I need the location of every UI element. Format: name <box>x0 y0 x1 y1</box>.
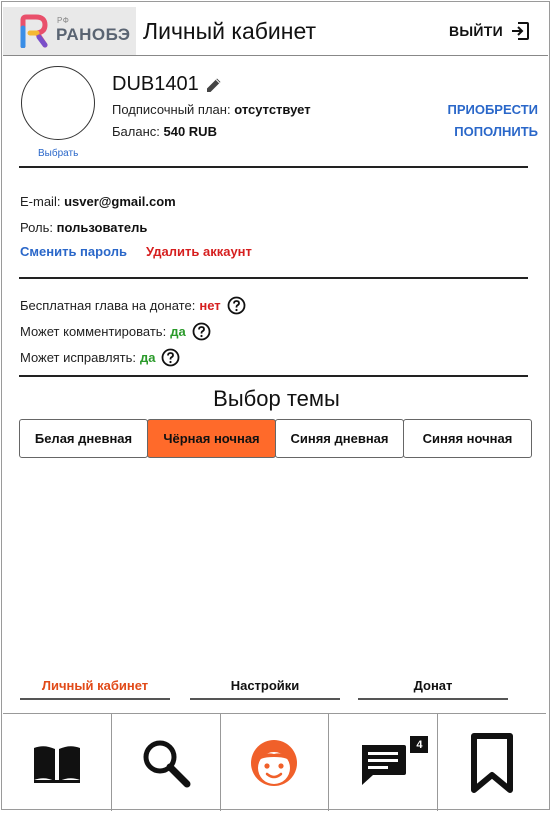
help-icon[interactable] <box>161 348 180 367</box>
tab-underline <box>20 698 170 700</box>
permission-edit: Может исправлять: да <box>20 348 180 367</box>
header-divider <box>3 55 548 56</box>
tab-settings[interactable]: Настройки <box>190 678 340 700</box>
help-icon[interactable] <box>227 296 246 315</box>
theme-title: Выбор темы <box>213 386 340 411</box>
unread-badge: 4 <box>410 736 429 753</box>
logout-button[interactable]: ВЫЙТИ <box>449 21 530 41</box>
tab-underline <box>358 698 508 700</box>
divider <box>19 166 528 168</box>
role-value: пользователь <box>56 220 148 235</box>
permission-value: да <box>170 324 186 339</box>
tab-label: Донат <box>413 678 453 693</box>
tab-donate[interactable]: Донат <box>358 678 508 700</box>
email-label: E-mail: <box>20 194 65 209</box>
nav-library[interactable] <box>3 714 112 811</box>
permission-label: Может исправлять: <box>20 350 136 365</box>
change-password-link[interactable]: Сменить пароль <box>20 244 127 259</box>
divider <box>19 375 528 377</box>
theme-selector: Белая дневная Чёрная ночная Синяя дневна… <box>19 419 532 458</box>
nav-profile[interactable] <box>221 714 330 811</box>
divider <box>19 277 528 279</box>
avatar[interactable] <box>21 66 95 140</box>
nav-messages[interactable]: 4 <box>329 714 439 811</box>
plan-label: Подписочный план: <box>112 102 235 117</box>
logout-label: ВЫЙТИ <box>449 23 503 39</box>
nav-bookmarks[interactable] <box>438 714 546 811</box>
role-row: Роль: пользователь <box>20 220 147 235</box>
profile-face-icon <box>251 739 298 786</box>
book-icon <box>33 745 80 783</box>
help-icon[interactable] <box>192 322 211 341</box>
buy-subscription-link[interactable]: ПРИОБРЕСТИ <box>447 102 538 117</box>
topup-balance-link[interactable]: ПОПОЛНИТЬ <box>454 124 538 139</box>
balance: Баланс: 540 RUB <box>112 124 217 139</box>
delete-account-link[interactable]: Удалить аккаунт <box>146 244 252 259</box>
username: DUB1401 <box>112 73 199 95</box>
bottom-nav: 4 <box>3 713 546 811</box>
theme-option-blue-night[interactable]: Синяя ночная <box>403 419 532 458</box>
tab-personal-account[interactable]: Личный кабинет <box>20 678 170 700</box>
logout-icon <box>512 22 529 40</box>
theme-option-black-night[interactable]: Чёрная ночная <box>147 419 276 458</box>
theme-option-white-day[interactable]: Белая дневная <box>19 419 148 458</box>
header: РФ РАНОБЭ Личный кабинет ВЫЙТИ <box>3 7 546 55</box>
permission-value: нет <box>199 298 221 313</box>
permission-comment: Может комментировать: да <box>20 322 211 341</box>
permission-free-chapter: Бесплатная глава на донате: нет <box>20 296 246 315</box>
logo-rf: РФ <box>57 16 70 25</box>
bookmark-icon <box>471 732 514 793</box>
tab-label: Личный кабинет <box>41 678 149 693</box>
page-title: Личный кабинет <box>143 18 317 44</box>
email-value: usver@gmail.com <box>64 194 176 209</box>
permission-value: да <box>139 350 156 365</box>
permission-label: Бесплатная глава на донате: <box>20 298 196 313</box>
edit-pencil-icon[interactable] <box>205 76 223 94</box>
avatar-choose-link[interactable]: Выбрать <box>38 148 78 159</box>
chat-icon <box>362 744 407 785</box>
ranobe-logo-icon <box>20 14 48 48</box>
nav-search[interactable] <box>112 714 221 811</box>
role-label: Роль: <box>20 220 57 235</box>
plan-value: отсутствует <box>234 102 311 117</box>
balance-value: 540 RUB <box>163 124 217 139</box>
subscription-plan: Подписочный план: отсутствует <box>112 102 311 117</box>
logo[interactable]: РФ РАНОБЭ <box>3 7 136 55</box>
email-row: E-mail: usver@gmail.com <box>20 194 176 209</box>
theme-option-blue-day[interactable]: Синяя дневная <box>275 419 404 458</box>
search-icon <box>143 740 191 787</box>
permission-label: Может комментировать: <box>20 324 167 339</box>
balance-label: Баланс: <box>112 124 164 139</box>
tab-underline <box>190 698 340 700</box>
tab-label: Настройки <box>230 678 300 693</box>
logo-text: РАНОБЭ <box>56 25 131 44</box>
